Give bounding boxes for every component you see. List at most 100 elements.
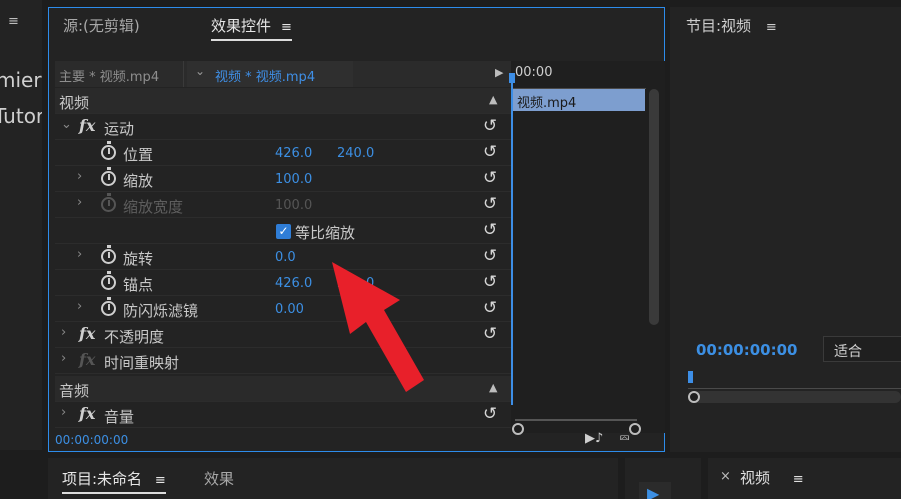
collapse-up-icon[interactable]: ▲ <box>489 93 497 106</box>
section-video-label: 视频 <box>59 94 90 112</box>
tab-menu-icon[interactable]: ≡ <box>281 20 292 35</box>
position-x-value[interactable]: 426.0 <box>275 146 312 161</box>
vertical-scrollbar[interactable] <box>649 89 659 325</box>
opacity-label: 不透明度 <box>104 328 165 346</box>
uniform-scale-checkbox[interactable]: ✓ <box>276 224 291 239</box>
annotation-arrow-shape <box>332 262 424 392</box>
param-anti-flicker: › 防闪烁滤镜 0.00 ↺ <box>55 296 511 322</box>
effect-rows: 视频 ▲ ⌄ fx 运动 ↺ 位置 426.0 240.0 ↺ › 缩放 100… <box>55 88 511 428</box>
stopwatch-icon[interactable] <box>101 271 116 290</box>
chevron-right-icon[interactable]: › <box>77 195 82 210</box>
motion-label: 运动 <box>104 120 135 138</box>
reset-icon[interactable]: ↺ <box>483 168 497 188</box>
reset-icon[interactable]: ↺ <box>483 272 497 292</box>
horizontal-scrollbar[interactable] <box>515 419 637 429</box>
effect-volume[interactable]: › fx 音量 ↺ <box>55 402 511 428</box>
param-position: 位置 426.0 240.0 ↺ <box>55 140 511 166</box>
fx-icon[interactable]: fx <box>79 116 95 135</box>
anchor-label: 锚点 <box>123 276 154 294</box>
tab-effect-controls[interactable]: 效果控件 ≡ <box>211 15 292 41</box>
export-frame-icon[interactable]: ⮹ <box>619 431 630 447</box>
program-monitor-title[interactable]: 节目:视频 ≡ <box>686 15 777 36</box>
effect-controls-footer: 00:00:00:00 ▶♪ ⮹ <box>49 431 664 451</box>
panel-tabs: 源:(无剪辑) 效果控件 ≡ <box>49 8 664 42</box>
stopwatch-icon[interactable] <box>101 297 116 316</box>
collapse-up-icon[interactable]: ▲ <box>489 381 497 394</box>
chevron-right-icon[interactable]: › <box>77 169 82 184</box>
clip-header: 主要 * 视频.mp4 ⌄ 视频 * 视频.mp4 ▶ <box>55 61 511 87</box>
audio-play-icon[interactable]: ▶♪ <box>585 431 603 446</box>
param-scale-width: › 缩放宽度 100.0 ↺ <box>55 192 511 218</box>
effect-motion[interactable]: ⌄ fx 运动 ↺ <box>55 114 511 140</box>
reset-icon[interactable]: ↺ <box>483 194 497 214</box>
chevron-right-icon[interactable]: › <box>61 351 66 366</box>
anti-flicker-value[interactable]: 0.00 <box>275 302 304 317</box>
program-title-label: 节目:视频 <box>686 17 752 35</box>
chevron-expanded-icon[interactable]: ⌄ <box>61 117 72 132</box>
program-scroll-knob[interactable] <box>688 391 700 403</box>
effect-time-remap[interactable]: › fx 时间重映射 <box>55 348 511 374</box>
stopwatch-icon[interactable] <box>101 167 116 186</box>
fx-icon[interactable]: fx <box>79 404 95 423</box>
tab-effect-label: 效果控件 <box>211 17 272 35</box>
time-remap-label: 时间重映射 <box>104 354 180 372</box>
section-audio: 音频 ▲ <box>55 376 511 402</box>
scale-value[interactable]: 100.0 <box>275 172 312 187</box>
tab-project[interactable]: 项目:未命名 ≡ <box>62 468 166 494</box>
chevron-right-icon[interactable]: › <box>61 405 66 420</box>
effect-opacity[interactable]: › fx 不透明度 ↺ <box>55 322 511 348</box>
reset-icon[interactable]: ↺ <box>483 324 497 344</box>
close-icon[interactable]: × <box>720 469 731 484</box>
reset-icon[interactable]: ↺ <box>483 246 497 266</box>
chevron-down-icon[interactable]: ⌄ <box>195 64 205 78</box>
project-menu-icon[interactable]: ≡ <box>155 473 166 488</box>
reset-icon[interactable]: ↺ <box>483 116 497 136</box>
program-playhead[interactable] <box>688 371 693 383</box>
master-clip-label[interactable]: 主要 * 视频.mp4 <box>59 66 159 85</box>
anti-flicker-label: 防闪烁滤镜 <box>123 302 199 320</box>
playhead-line[interactable] <box>511 75 513 405</box>
stopwatch-icon[interactable] <box>101 245 116 264</box>
anchor-x-value[interactable]: 426.0 <box>275 276 312 291</box>
uniform-scale-label: 等比缩放 <box>295 224 356 242</box>
reset-icon[interactable]: ↺ <box>483 404 497 424</box>
section-audio-label: 音频 <box>59 382 90 400</box>
program-timecode[interactable]: 00:00:00:00 <box>696 341 798 359</box>
playhead-handle[interactable] <box>509 73 515 83</box>
stopwatch-icon[interactable] <box>101 141 116 160</box>
left-panel-text-2: Tutor <box>0 104 42 128</box>
footer-timecode[interactable]: 00:00:00:00 <box>55 433 128 447</box>
selection-tool-button[interactable]: ▶ <box>639 482 671 499</box>
stopwatch-icon <box>101 193 116 212</box>
play-right-icon[interactable]: ▶ <box>495 66 503 79</box>
clip-separator <box>183 61 184 87</box>
chevron-right-icon[interactable]: › <box>61 325 66 340</box>
reset-icon[interactable]: ↺ <box>483 142 497 162</box>
position-label: 位置 <box>123 146 154 164</box>
chevron-right-icon[interactable]: › <box>77 299 82 314</box>
tab-effects[interactable]: 效果 <box>204 468 234 489</box>
mini-timeline: 00:00 视频.mp4 <box>509 61 665 435</box>
mini-timeline-clip[interactable]: 视频.mp4 <box>513 89 645 111</box>
rotation-value[interactable]: 0.0 <box>275 250 296 265</box>
tab-project-label: 项目:未命名 <box>62 470 143 488</box>
current-clip-label[interactable]: 视频 * 视频.mp4 <box>215 66 315 85</box>
param-scale: › 缩放 100.0 ↺ <box>55 166 511 192</box>
tab-source[interactable]: 源:(无剪辑) <box>63 15 140 36</box>
program-time-ruler[interactable] <box>688 377 901 389</box>
program-menu-icon[interactable]: ≡ <box>766 20 777 35</box>
chevron-right-icon[interactable]: › <box>77 247 82 262</box>
left-panel-menu-icon[interactable]: ≡ <box>8 14 19 29</box>
fit-dropdown[interactable]: 适合 <box>823 336 901 362</box>
left-panel: ≡ mier Tutor <box>0 0 42 450</box>
param-rotation: › 旋转 0.0 ↺ <box>55 244 511 270</box>
scale-width-label: 缩放宽度 <box>123 198 184 216</box>
reset-icon[interactable]: ↺ <box>483 298 497 318</box>
tab-timeline[interactable]: 视频 ≡ <box>740 467 804 488</box>
annotation-arrow <box>332 262 424 392</box>
fx-icon[interactable]: fx <box>79 324 95 343</box>
program-zoom-scrollbar[interactable] <box>692 391 901 403</box>
reset-icon[interactable]: ↺ <box>483 220 497 240</box>
timeline-menu-icon[interactable]: ≡ <box>793 472 804 487</box>
position-y-value[interactable]: 240.0 <box>337 146 374 161</box>
